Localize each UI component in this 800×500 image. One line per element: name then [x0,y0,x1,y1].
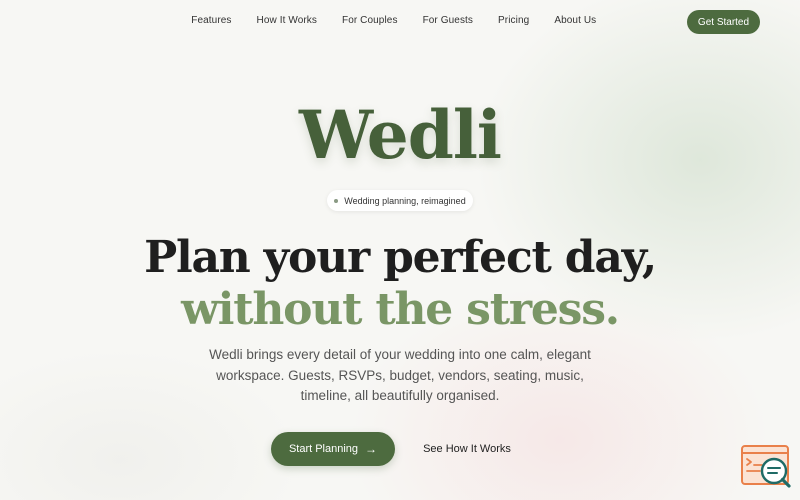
search-document-icon[interactable] [740,444,794,490]
headline-line-1: Plan your perfect day, [144,232,657,283]
nav-link-features[interactable]: Features [191,15,231,26]
hero-subtext: Wedli brings every detail of your weddin… [209,347,591,403]
top-nav: Features How It Works For Couples For Gu… [0,0,800,44]
nav-link-how-it-works[interactable]: How It Works [257,15,317,26]
brand-title: Wedli [298,96,502,174]
arrow-right-icon: → [365,442,378,456]
nav-link-pricing[interactable]: Pricing [498,15,529,26]
hero-headline: Plan your perfect day, without the stres… [0,232,800,336]
tagline-badge: Wedding planning, reimagined [327,190,473,211]
nav-link-about-us[interactable]: About Us [554,15,596,26]
headline-line-2: without the stress. [181,284,620,335]
badge-dot-icon [334,198,339,203]
see-how-it-works-button[interactable]: See How It Works [410,432,524,466]
get-started-button[interactable]: Get Started [687,10,760,34]
nav-link-for-couples[interactable]: For Couples [342,15,398,26]
start-planning-button[interactable]: Start Planning → [271,432,395,466]
nav-links: Features How It Works For Couples For Gu… [0,15,800,26]
start-planning-label: Start Planning [288,443,359,455]
tagline-badge-text: Wedding planning, reimagined [344,195,466,206]
nav-link-for-guests[interactable]: For Guests [423,15,473,26]
